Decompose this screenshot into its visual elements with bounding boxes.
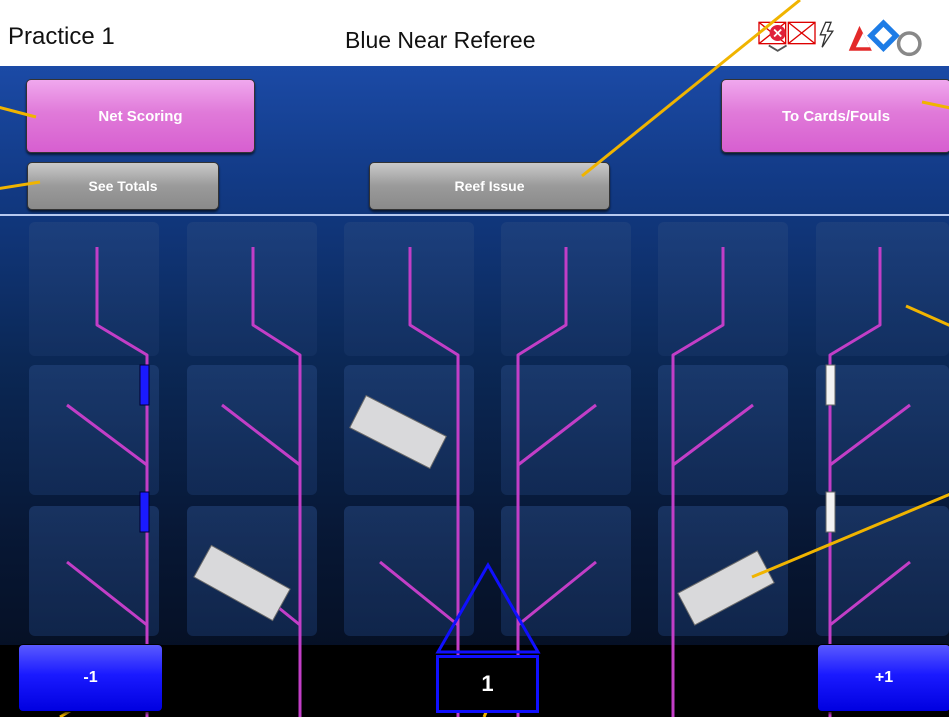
reef-slot-tile[interactable] xyxy=(816,506,949,636)
count-display: 1 xyxy=(436,655,539,713)
reef-slot-tile[interactable] xyxy=(187,365,317,495)
reef-slot-tile[interactable] xyxy=(816,222,949,356)
robot-marker-icon xyxy=(435,562,541,654)
reef-slot-tile[interactable] xyxy=(658,222,788,356)
reef-slot-tile[interactable] xyxy=(29,222,159,356)
station-title: Blue Near Referee xyxy=(345,27,536,53)
reef-slot-tile[interactable] xyxy=(344,365,474,495)
increment-button[interactable]: +1 xyxy=(817,644,949,712)
reef-slot-tile[interactable] xyxy=(501,365,631,495)
reef-slot-tile[interactable] xyxy=(29,365,159,495)
net-scoring-button[interactable]: Net Scoring xyxy=(26,79,255,153)
decrement-button[interactable]: -1 xyxy=(18,644,163,712)
reef-slot-tile[interactable] xyxy=(816,365,949,495)
reef-issue-button[interactable]: Reef Issue xyxy=(369,162,610,210)
reef-slot-tile[interactable] xyxy=(658,506,788,636)
reef-slot-tile[interactable] xyxy=(187,222,317,356)
reef-slot-tile[interactable] xyxy=(658,365,788,495)
see-totals-button[interactable]: See Totals xyxy=(27,162,219,210)
reef-slot-tile[interactable] xyxy=(501,222,631,356)
to-cards-fouls-button[interactable]: To Cards/Fouls xyxy=(721,79,949,153)
battery-charging-icon xyxy=(819,21,835,48)
header-icons xyxy=(758,19,922,57)
section-divider xyxy=(0,214,949,216)
first-logo-icon xyxy=(848,19,922,57)
reef-slot-tile[interactable] xyxy=(344,222,474,356)
header-bar: Practice 1 Blue Near Referee xyxy=(0,0,949,66)
reef-slot-tile[interactable] xyxy=(29,506,159,636)
reef-slot-tile[interactable] xyxy=(187,506,317,636)
match-title: Practice 1 xyxy=(8,23,115,50)
broken-image-icon xyxy=(787,21,816,45)
connection-error-icon xyxy=(758,21,788,52)
